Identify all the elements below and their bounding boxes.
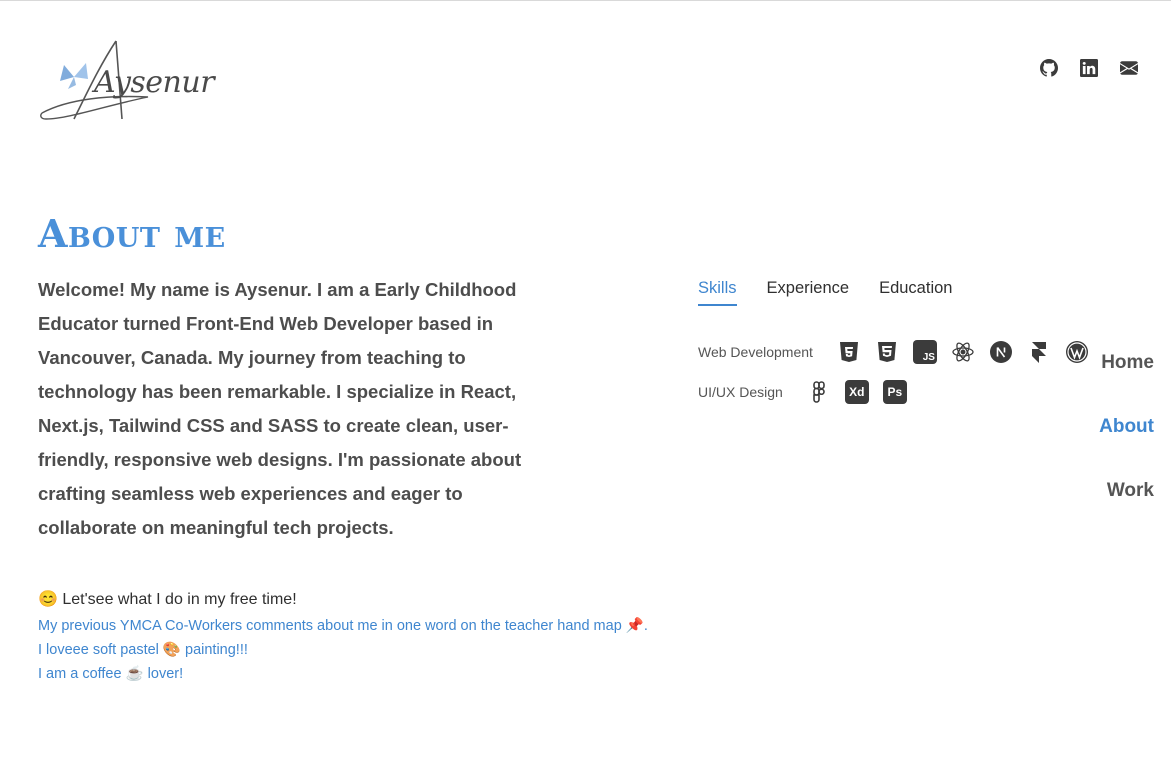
tab-education[interactable]: Education	[879, 279, 952, 306]
free-time-section: 😊 Let'see what I do in my free time! My …	[38, 589, 738, 689]
ymca-comments-link[interactable]: My previous YMCA Co-Workers comments abo…	[38, 617, 738, 635]
nav-about[interactable]: About	[1099, 415, 1154, 439]
free-time-heading: 😊 Let'see what I do in my free time!	[38, 591, 297, 608]
skills-web-row: Web Development JS	[698, 340, 1089, 364]
ui-ux-design-label: UI/UX Design	[698, 384, 783, 400]
nav-work[interactable]: Work	[1107, 479, 1154, 503]
skills-ux-row: UI/UX Design Xd Ps	[698, 380, 907, 404]
pastel-painting-link[interactable]: I loveee soft pastel 🎨 painting!!!	[38, 641, 738, 659]
linkedin-icon[interactable]	[1080, 59, 1098, 77]
main-nav: Home About Work	[1099, 351, 1154, 503]
tab-skills[interactable]: Skills	[698, 279, 737, 306]
photoshop-icon: Ps	[882, 380, 907, 404]
framer-icon	[1027, 340, 1051, 364]
javascript-icon: JS	[912, 340, 937, 364]
coffee-lover-link[interactable]: I am a coffee ☕ lover!	[38, 665, 738, 683]
wordpress-icon	[1065, 340, 1089, 364]
logo-text: Aysenur	[94, 65, 215, 100]
html5-icon	[837, 340, 861, 364]
site-logo[interactable]: Aysenur	[38, 35, 215, 127]
mail-icon[interactable]	[1120, 59, 1138, 77]
page-title: About me	[38, 211, 226, 256]
adobe-xd-icon: Xd	[844, 380, 869, 404]
photoshop-badge-text: Ps	[882, 380, 907, 404]
javascript-badge-text: JS	[912, 340, 937, 364]
about-tabs: Skills Experience Education	[698, 279, 952, 306]
adobe-xd-badge-text: Xd	[844, 380, 869, 404]
css3-icon	[875, 340, 899, 364]
nextjs-icon	[989, 340, 1013, 364]
github-icon[interactable]	[1040, 59, 1058, 77]
figma-icon	[807, 380, 831, 404]
tab-experience[interactable]: Experience	[767, 279, 850, 306]
nav-home[interactable]: Home	[1101, 351, 1154, 375]
web-development-label: Web Development	[698, 344, 813, 360]
intro-paragraph: Welcome! My name is Aysenur. I am a Earl…	[38, 279, 522, 538]
react-icon	[951, 340, 975, 364]
social-links	[1040, 59, 1138, 77]
